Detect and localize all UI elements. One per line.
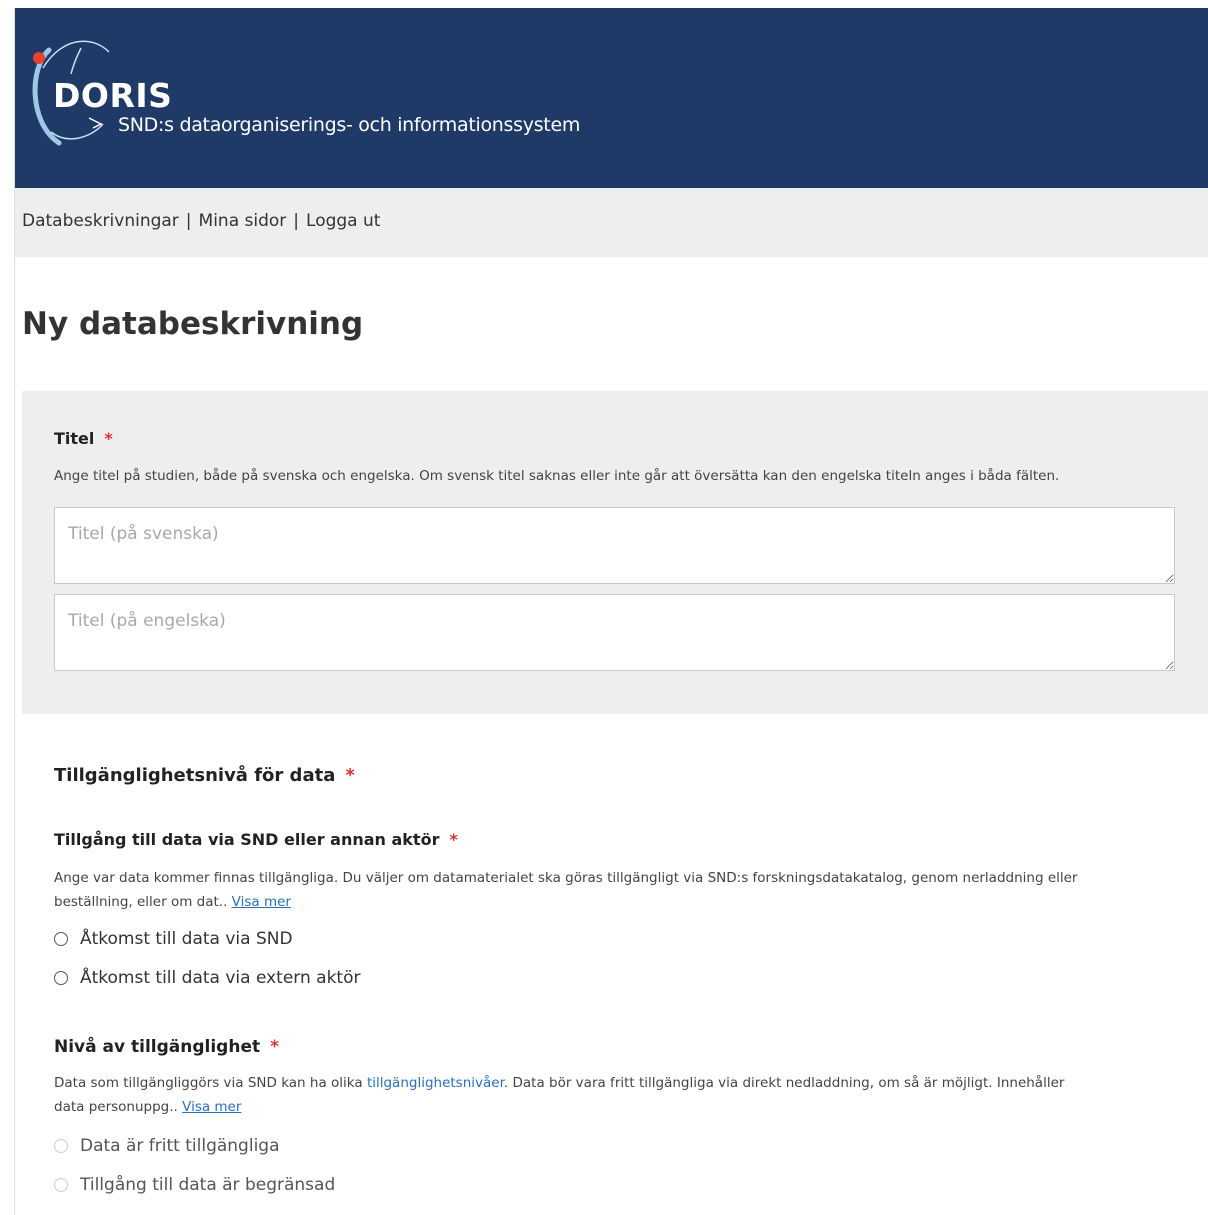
radio-access-external[interactable]: Åtkomst till data via extern aktör: [54, 968, 361, 988]
nav-bar: Databeskrivningar | Mina sidor | Logga ut: [15, 188, 1208, 257]
radio-access-snd[interactable]: Åtkomst till data via SND: [54, 929, 293, 949]
titel-panel: Titel * Ange titel på studien, både på sv…: [22, 391, 1208, 714]
logo-name: DORIS: [53, 76, 173, 115]
nav-link-logga-ut[interactable]: Logga ut: [306, 211, 380, 231]
page-title: Ny databeskrivning: [22, 306, 364, 342]
required-asterisk: *: [345, 765, 355, 786]
radio-button[interactable]: [54, 1139, 68, 1153]
titel-label: Titel *: [54, 429, 113, 448]
titel-swedish-input[interactable]: [54, 507, 1175, 584]
site-header: DORIS SND:s dataorganiserings- och infor…: [15, 8, 1208, 188]
nav-link-mina-sidor[interactable]: Mina sidor: [199, 211, 287, 231]
nav-link-databeskrivningar[interactable]: Databeskrivningar: [22, 211, 179, 231]
radio-level-open[interactable]: Data är fritt tillgängliga: [54, 1136, 280, 1156]
titel-english-input[interactable]: [54, 594, 1175, 671]
required-asterisk: *: [449, 830, 458, 849]
nav-separator: |: [293, 211, 300, 231]
availability-heading: Tillgänglighetsnivå för data *: [54, 765, 355, 786]
radio-button[interactable]: [54, 932, 68, 946]
access-label: Tillgång till data via SND eller annan a…: [54, 830, 458, 849]
radio-button[interactable]: [54, 1178, 68, 1192]
radio-level-restricted[interactable]: Tillgång till data är begränsad: [54, 1175, 335, 1195]
access-help-text: Ange var data kommer finnas tillgängliga…: [54, 870, 1078, 910]
tillganglighetsnivaer-link[interactable]: tillgänglighetsnivåer: [367, 1075, 504, 1091]
radio-button[interactable]: [54, 971, 68, 985]
level-show-more-link[interactable]: Visa mer: [182, 1099, 241, 1115]
access-show-more-link[interactable]: Visa mer: [232, 894, 291, 910]
titel-help-text: Ange titel på studien, både på svenska o…: [54, 468, 1060, 484]
level-help-text: Data som tillgängliggörs via SND kan ha …: [54, 1075, 1065, 1115]
nav-separator: |: [185, 211, 192, 231]
required-asterisk: *: [104, 429, 113, 448]
level-label: Nivå av tillgänglighet *: [54, 1037, 279, 1057]
required-asterisk: *: [270, 1037, 279, 1057]
logo-subtitle: SND:s dataorganiserings- och information…: [118, 114, 581, 136]
